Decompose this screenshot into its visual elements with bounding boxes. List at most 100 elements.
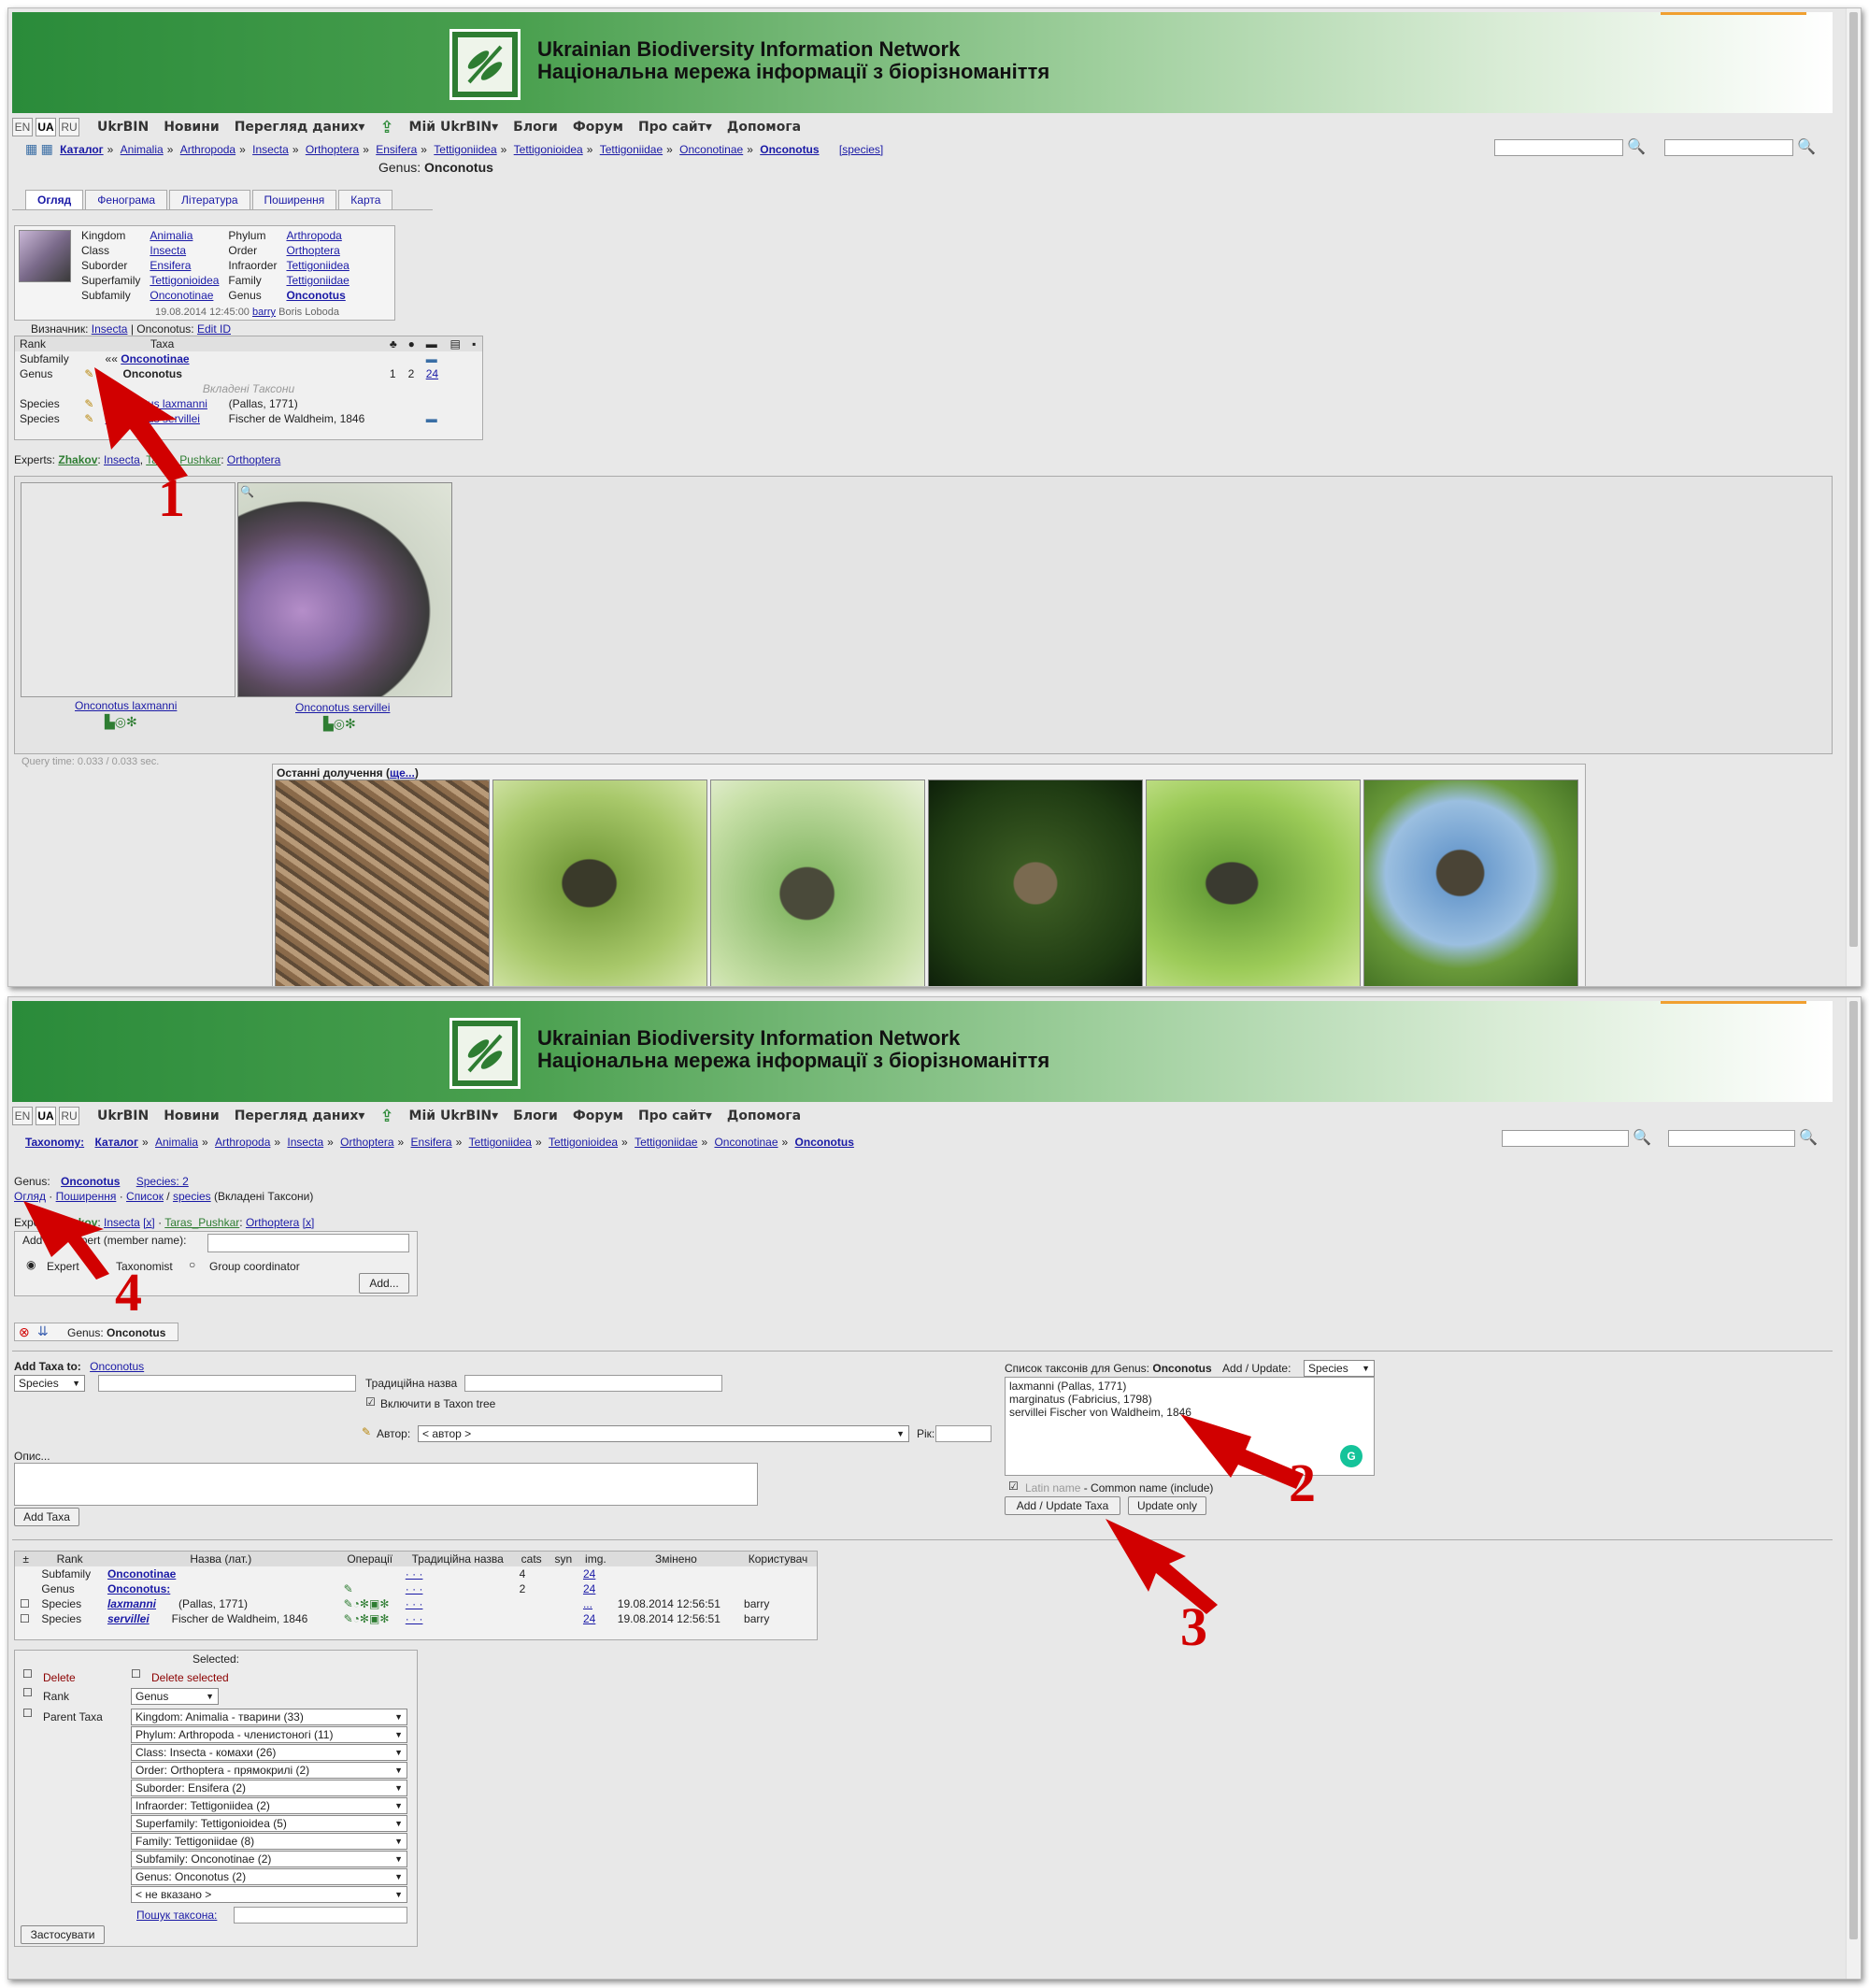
taxonomy-link[interactable]: Tettigoniidae [286,274,349,287]
rank-select[interactable]: Species [14,1375,85,1392]
img-link[interactable]: 24 [583,1612,595,1625]
operations-icons[interactable]: ✎◔✻▣✻ [339,1611,401,1626]
add-taxa-link[interactable]: Onconotus [90,1360,144,1373]
crumb[interactable]: Tettigoniidae [635,1136,697,1149]
member-name-input[interactable] [207,1234,409,1252]
edit-id-link[interactable]: Edit ID [197,322,231,336]
parent-taxa-select[interactable]: Infraorder: Tettigoniidea (2) [131,1797,407,1814]
gallery-caption[interactable]: Onconotus servillei [295,701,390,714]
lang-ru[interactable]: RU [59,1107,79,1125]
parent-taxa-select[interactable]: Order: Orthoptera - прямокрилі (2) [131,1762,407,1779]
recent-photo[interactable] [275,779,490,986]
crumb[interactable]: Insecta [252,143,289,156]
search-icon[interactable]: 🔍 [1799,1130,1819,1147]
menu-browse[interactable]: Перегляд даних▾ [235,120,365,135]
crumb[interactable]: Arthropoda [180,143,235,156]
site-logo[interactable] [449,29,521,100]
latin-name-input[interactable] [98,1375,356,1392]
genus-link[interactable]: Onconotus [61,1175,120,1188]
taxonomy-link[interactable]: Onconotus [286,289,345,302]
pencil-icon[interactable]: ✎ [362,1425,371,1438]
menu-forum[interactable]: Форум [573,1108,623,1123]
recent-photo[interactable] [492,779,707,986]
edit-user[interactable]: barry [252,307,276,318]
operations-icons[interactable]: ✎ [339,1581,401,1596]
trad-name-input[interactable] [464,1375,722,1392]
upload-icon[interactable]: ⇪ [379,118,393,137]
tab-distribution[interactable]: Поширення [251,190,337,209]
menu-my-ukrbin[interactable]: Мій UkrBIN▾ [409,120,499,135]
parent-taxa-select[interactable]: Phylum: Arthropoda - членистоногі (11) [131,1726,407,1743]
parent-taxa-select[interactable]: Subfamily: Onconotinae (2) [131,1851,407,1867]
crumb[interactable]: Tettigoniidae [600,143,663,156]
apply-button[interactable]: Застосувати [21,1925,105,1944]
taxonomy-link[interactable]: Tettigonioidea [150,274,219,287]
menu-about[interactable]: Про сайт▾ [638,1108,712,1123]
update-only-button[interactable]: Update only [1128,1496,1206,1515]
trad-link[interactable]: · · · [406,1582,423,1595]
crumb-catalog[interactable]: Каталог [94,1136,138,1149]
photo-onconotus-servillei[interactable]: 🔍 [237,482,452,697]
crumb[interactable]: Onconotinae [679,143,743,156]
crumb-catalog[interactable]: Каталог [60,143,104,156]
search-icon[interactable]: 🔍 [1633,1130,1653,1147]
recent-photo[interactable] [1363,779,1578,986]
taxonomy-link[interactable]: Insecta [150,244,186,257]
search-icon[interactable]: 🔍 [1627,139,1648,156]
search-taxon-link[interactable]: Пошук таксона: [136,1909,217,1922]
menu-browse[interactable]: Перегляд даних▾ [235,1108,365,1123]
row-images-link[interactable]: 24 [426,367,438,380]
crumb[interactable]: Tettigonioidea [549,1136,618,1149]
rank-checkbox[interactable]: ☐ [22,1686,33,1699]
parent-checkbox[interactable]: ☐ [22,1707,33,1720]
crumb-taxonomy[interactable]: Taxonomy: [25,1136,84,1149]
menu-help[interactable]: Допомога [727,1108,801,1123]
crumb[interactable]: Ensifera [411,1136,452,1149]
row-checkbox[interactable]: ☐ [15,1611,36,1626]
identifier-link[interactable]: Insecta [92,322,128,336]
parent-taxa-select[interactable]: Class: Insecta - комахи (26) [131,1744,407,1761]
taxon-name-link[interactable]: servillei [107,1612,150,1625]
photo-tools-icon[interactable]: ▙◎✻ [105,714,137,730]
tab-phenogram[interactable]: Фенограма [85,190,168,209]
taxonomy-link[interactable]: Animalia [150,229,193,242]
menu-ukrbin[interactable]: UkrBIN [97,1108,149,1123]
delete-selected-checkbox[interactable]: ☐ [131,1667,141,1681]
card-icon[interactable]: ▬ [421,411,446,426]
recent-photo[interactable] [928,779,1143,986]
rank-value-select[interactable]: Genus [131,1688,219,1705]
crumb[interactable]: Tettigoniidea [469,1136,532,1149]
gallery-caption[interactable]: Onconotus laxmanni [75,699,177,712]
expert-group-link[interactable]: Orthoptera [246,1216,299,1229]
arrow-down-icon[interactable]: ⇊ [37,1323,49,1339]
list-icon[interactable]: ▦ [41,141,53,156]
trad-link[interactable]: · · · [406,1612,423,1625]
parent-taxa-select[interactable]: Family: Tettigoniidae (8) [131,1833,407,1850]
parent-taxa-select[interactable]: < не вказано > [131,1886,407,1903]
add-taxa-button[interactable]: Add Taxa [14,1508,79,1526]
lang-en[interactable]: EN [12,118,33,136]
crumb[interactable]: Orthoptera [340,1136,393,1149]
menu-news[interactable]: Новини [164,1108,220,1123]
parent-taxa-select[interactable]: Kingdom: Animalia - тварини (33) [131,1709,407,1725]
parent-taxa-select[interactable]: Suborder: Ensifera (2) [131,1780,407,1796]
search-taxon-input[interactable] [234,1907,407,1924]
taxon-name-link[interactable]: Onconotinae [107,1567,176,1580]
scrollbar-thumb[interactable] [1849,12,1858,947]
close-icon[interactable]: ⊗ [19,1324,30,1340]
menu-blogs[interactable]: Блоги [513,120,558,135]
photo-tools-icon[interactable]: ▙◎✻ [323,716,356,732]
lang-en[interactable]: EN [12,1107,33,1125]
sublink-species[interactable]: species [173,1190,211,1203]
crumb-current[interactable]: Onconotus [795,1136,854,1149]
crumb[interactable]: Arthropoda [215,1136,270,1149]
add-update-taxa-button[interactable]: Add / Update Taxa [1005,1496,1120,1515]
trad-link[interactable]: · · · [406,1597,423,1610]
tab-map[interactable]: Карта [338,190,393,209]
remove-expert-link[interactable]: [x] [143,1216,155,1229]
img-link[interactable]: 24 [583,1582,595,1595]
taxonomy-link[interactable]: Arthropoda [286,229,341,242]
upload-icon[interactable]: ⇪ [379,1107,393,1126]
img-link[interactable]: ... [583,1597,592,1610]
site-logo[interactable] [449,1018,521,1089]
